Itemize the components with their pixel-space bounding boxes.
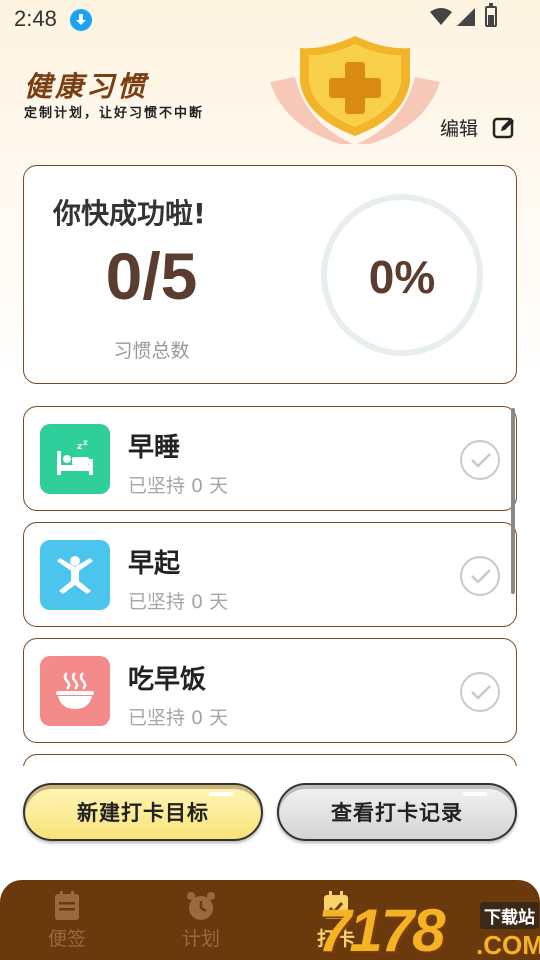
notepad-icon [55, 891, 79, 920]
battery-icon [485, 3, 497, 27]
habit-card-sleep-early[interactable]: z z 早睡 已坚持 0 天 [23, 406, 517, 511]
header: 健康习惯 定制计划，让好习惯不中断 编辑 [0, 36, 540, 160]
habit-days: 已坚持 0 天 [128, 475, 229, 497]
app-title: 健康习惯 [24, 70, 149, 103]
view-history-button[interactable]: 查看打卡记录 [277, 783, 517, 841]
tab-label: 便签 [47, 928, 86, 950]
view-history-label: 查看打卡记录 [331, 801, 463, 825]
tab-label: 计划 [181, 928, 220, 950]
progress-percent: 0% [368, 251, 436, 303]
habit-count: 0/5 [105, 239, 198, 313]
hot-bowl-icon [56, 672, 94, 709]
summary-card: 你快成功啦! 0/5 习惯总数 0% [23, 165, 517, 384]
habit-card-partial[interactable] [23, 754, 517, 766]
habit-list-scrollbar[interactable] [511, 408, 515, 594]
habit-list[interactable]: z z 早睡 已坚持 0 天 早起 已坚持 0 天 吃早饭 已坚持 0 天 [23, 406, 517, 766]
summary-title: 你快成功啦! [53, 197, 206, 230]
site-watermark: 7178 下载站 .COM [318, 892, 540, 960]
watermark-dotcom: .COM [476, 930, 540, 960]
habit-name: 吃早饭 [128, 665, 207, 695]
svg-text:z: z [83, 438, 88, 447]
wifi-icon [430, 8, 452, 25]
edit-label: 编辑 [440, 118, 479, 140]
habit-icon-tile [40, 656, 110, 726]
habit-name: 早起 [128, 549, 181, 579]
sleep-bed-icon: z z [57, 438, 93, 475]
check-circle-icon[interactable] [460, 440, 500, 480]
check-circle-icon[interactable] [460, 556, 500, 596]
habit-card-breakfast[interactable]: 吃早饭 已坚持 0 天 [23, 638, 517, 743]
watermark-cn: 下载站 [480, 902, 539, 929]
tab-notes[interactable]: 便签 [27, 890, 107, 960]
signal-icon [457, 8, 475, 26]
edit-button[interactable]: 编辑 [440, 114, 516, 141]
habit-name: 早睡 [128, 433, 181, 463]
button-highlight [463, 792, 487, 796]
habit-count-label: 习惯总数 [113, 340, 190, 362]
edit-icon [492, 117, 515, 138]
status-time: 2:48 [14, 6, 57, 31]
tab-plan[interactable]: 计划 [161, 890, 241, 960]
app-subtitle: 定制计划，让好习惯不中断 [24, 106, 205, 121]
habit-icon-tile: z z [40, 424, 110, 494]
stretch-person-icon [57, 556, 93, 594]
new-goal-button[interactable]: 新建打卡目标 [23, 783, 263, 841]
habit-days: 已坚持 0 天 [128, 591, 229, 613]
new-goal-label: 新建打卡目标 [77, 801, 209, 825]
check-circle-icon[interactable] [460, 672, 500, 712]
habit-icon-tile [40, 540, 110, 610]
alarm-clock-icon [187, 892, 215, 920]
download-icon [70, 9, 92, 31]
habit-days: 已坚持 0 天 [128, 707, 229, 729]
svg-text:z: z [77, 442, 82, 452]
shield-hands-illustration [270, 36, 440, 144]
habit-card-wake-early[interactable]: 早起 已坚持 0 天 [23, 522, 517, 627]
button-highlight [209, 792, 233, 796]
watermark-digits: 7178 [318, 897, 445, 960]
